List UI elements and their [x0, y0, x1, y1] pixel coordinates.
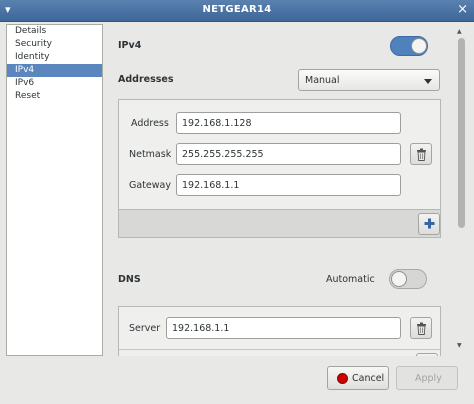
sidebar-item-details[interactable]: Details — [7, 25, 102, 38]
sidebar-item-ipv6[interactable]: IPv6 — [7, 77, 102, 90]
sidebar-item-reset[interactable]: Reset — [7, 90, 102, 103]
scroll-down-icon[interactable]: ▼ — [457, 342, 462, 349]
dns-automatic-label: Automatic — [326, 274, 375, 285]
panel-scrollbar[interactable]: ▲ ▼ — [456, 28, 467, 350]
add-server-button[interactable] — [416, 353, 438, 356]
delete-server-button[interactable] — [410, 317, 432, 339]
address-input[interactable] — [177, 113, 400, 133]
netmask-input[interactable] — [177, 144, 400, 164]
sidebar-item-identity[interactable]: Identity — [7, 51, 102, 64]
scroll-up-icon[interactable]: ▲ — [457, 28, 462, 35]
cancel-button[interactable]: Cancel — [327, 366, 389, 390]
addresses-box: Address Netmask Gateway — [118, 99, 441, 238]
address-label: Address — [131, 118, 169, 129]
netmask-label: Netmask — [129, 149, 172, 160]
ipv4-settings-panel: IPv4 Addresses Manual Address Netmask Ga… — [108, 24, 454, 356]
cancel-icon — [337, 373, 348, 384]
addresses-box-footer — [119, 209, 440, 237]
row-divider — [119, 349, 440, 350]
gateway-field[interactable] — [176, 174, 401, 196]
addresses-label: Addresses — [118, 74, 174, 85]
server-input[interactable] — [167, 318, 400, 338]
close-icon[interactable]: × — [457, 2, 468, 17]
dns-automatic-toggle[interactable] — [389, 269, 427, 289]
toggle-knob — [411, 38, 427, 54]
server-field[interactable] — [166, 317, 401, 339]
gateway-input[interactable] — [177, 175, 400, 195]
dns-heading: DNS — [118, 274, 141, 285]
plus-icon — [424, 218, 435, 229]
window-title: NETGEAR14 — [202, 4, 272, 15]
scrollbar-thumb[interactable] — [458, 38, 465, 228]
sidebar-item-ipv4[interactable]: IPv4 — [7, 64, 102, 77]
delete-address-button[interactable] — [410, 143, 432, 165]
addresses-method-select[interactable]: Manual — [298, 69, 440, 91]
addresses-method-value: Manual — [305, 75, 340, 86]
trash-icon — [417, 148, 426, 161]
apply-button-label: Apply — [415, 373, 442, 384]
server-label: Server — [129, 323, 161, 334]
apply-button[interactable]: Apply — [396, 366, 458, 390]
add-address-button[interactable] — [418, 213, 440, 235]
dns-servers-box: Server — [118, 306, 441, 356]
address-field[interactable] — [176, 112, 401, 134]
settings-sidebar: Details Security Identity IPv4 IPv6 Rese… — [6, 24, 103, 356]
trash-icon — [417, 322, 426, 335]
cancel-button-label: Cancel — [352, 373, 385, 384]
netmask-field[interactable] — [176, 143, 401, 165]
gateway-label: Gateway — [129, 180, 171, 191]
ipv4-heading: IPv4 — [118, 40, 142, 51]
title-bar: ▾ NETGEAR14 × — [0, 0, 474, 22]
ipv4-toggle[interactable] — [390, 36, 428, 56]
chevron-down-icon — [424, 79, 432, 84]
toggle-knob — [391, 271, 407, 287]
sidebar-item-security[interactable]: Security — [7, 38, 102, 51]
